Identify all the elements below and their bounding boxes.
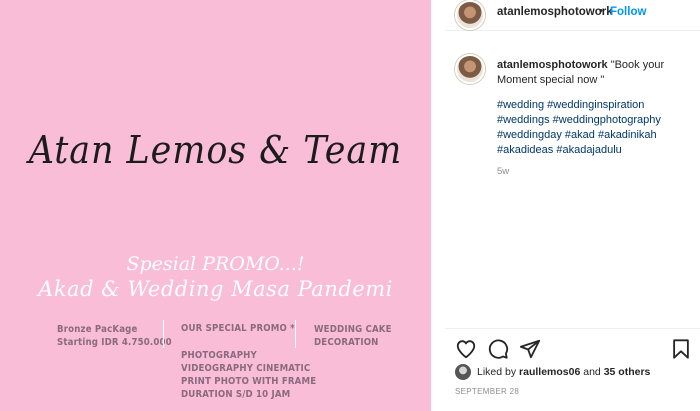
bookmark-icon bbox=[673, 339, 689, 359]
caption-avatar[interactable] bbox=[455, 54, 485, 84]
image-gap bbox=[431, 0, 445, 411]
likes-text: Liked by raullemos06 and 35 others bbox=[477, 366, 650, 378]
hashtag-link[interactable]: #weddinginspiration bbox=[547, 99, 644, 111]
promo-subheadline: Akad & Wedding Masa Pandemi bbox=[38, 277, 393, 301]
post-sidebar: atanlemosphotowork • Follow atanlemospho… bbox=[445, 0, 700, 411]
image-title: Atan Lemos & Team bbox=[28, 128, 403, 172]
actions-divider bbox=[445, 328, 700, 329]
comment-icon bbox=[488, 339, 509, 359]
special-promo-item: PRINT PHOTO WITH FRAME bbox=[181, 376, 317, 387]
hashtag-link[interactable]: #wedding bbox=[497, 99, 544, 111]
likes-joiner: and bbox=[583, 366, 601, 378]
special-promo-item: PHOTOGRAPHY bbox=[181, 350, 257, 361]
post-image: Atan Lemos & Team Spesial PROMO...! Akad… bbox=[0, 0, 431, 411]
special-promo-list: PHOTOGRAPHY VIDEOGRAPHY CINEMATIC PRINT … bbox=[181, 349, 316, 401]
save-button[interactable] bbox=[670, 338, 692, 360]
hashtag-link[interactable]: #weddingday bbox=[497, 129, 562, 141]
special-promo-item: VIDEOGRAPHY CINEMATIC bbox=[181, 363, 311, 374]
special-promo-header: OUR SPECIAL PROMO * bbox=[181, 323, 295, 334]
likes-prefix: Liked by bbox=[477, 366, 517, 378]
hashtag-link[interactable]: #weddingphotography bbox=[553, 114, 661, 126]
avatar[interactable] bbox=[455, 0, 485, 30]
promo-headline: Spesial PROMO...! bbox=[126, 253, 305, 275]
like-button[interactable] bbox=[455, 338, 477, 360]
liker-avatar[interactable] bbox=[455, 364, 471, 380]
divider bbox=[163, 320, 164, 348]
special-promo-item: DURATION S/D 10 JAM bbox=[181, 389, 291, 400]
post-header: atanlemosphotowork • Follow bbox=[445, 0, 700, 31]
separator-dot: • bbox=[599, 5, 603, 17]
bronze-package-info: Bronze PacKage Starting IDR 4.750.000 bbox=[57, 323, 172, 349]
hashtag-link[interactable]: #akad bbox=[565, 129, 595, 141]
caption: atanlemosphotowork "Book your Moment spe… bbox=[497, 58, 692, 88]
extra-item: DECORATION bbox=[314, 337, 379, 348]
hashtag-link[interactable]: #akadideas bbox=[497, 144, 553, 156]
bronze-package-name: Bronze PacKage bbox=[57, 324, 138, 335]
hashtag-list: #wedding #weddinginspiration #weddings #… bbox=[497, 98, 692, 158]
follow-button[interactable]: Follow bbox=[610, 6, 646, 18]
share-icon bbox=[519, 339, 541, 359]
hashtag-link[interactable]: #weddings bbox=[497, 114, 550, 126]
hashtag-link[interactable]: #akadinikah bbox=[598, 129, 657, 141]
post-date[interactable]: SEPTEMBER 28 bbox=[455, 387, 519, 396]
likes-others-link[interactable]: 35 others bbox=[604, 366, 651, 378]
header-username-link[interactable]: atanlemosphotowork bbox=[497, 6, 613, 18]
comment-button[interactable] bbox=[487, 338, 509, 360]
caption-time-ago[interactable]: 5w bbox=[497, 166, 509, 177]
caption-username-link[interactable]: atanlemosphotowork bbox=[497, 59, 608, 71]
extras-info: WEDDING CAKE DECORATION bbox=[314, 323, 392, 349]
heart-icon bbox=[456, 340, 476, 359]
divider bbox=[295, 320, 296, 348]
liker-username-link[interactable]: raullemos06 bbox=[519, 366, 580, 378]
extra-item: WEDDING CAKE bbox=[314, 324, 392, 335]
bronze-package-price: Starting IDR 4.750.000 bbox=[57, 337, 172, 348]
hashtag-link[interactable]: #akadajadulu bbox=[556, 144, 621, 156]
share-button[interactable] bbox=[519, 338, 541, 360]
